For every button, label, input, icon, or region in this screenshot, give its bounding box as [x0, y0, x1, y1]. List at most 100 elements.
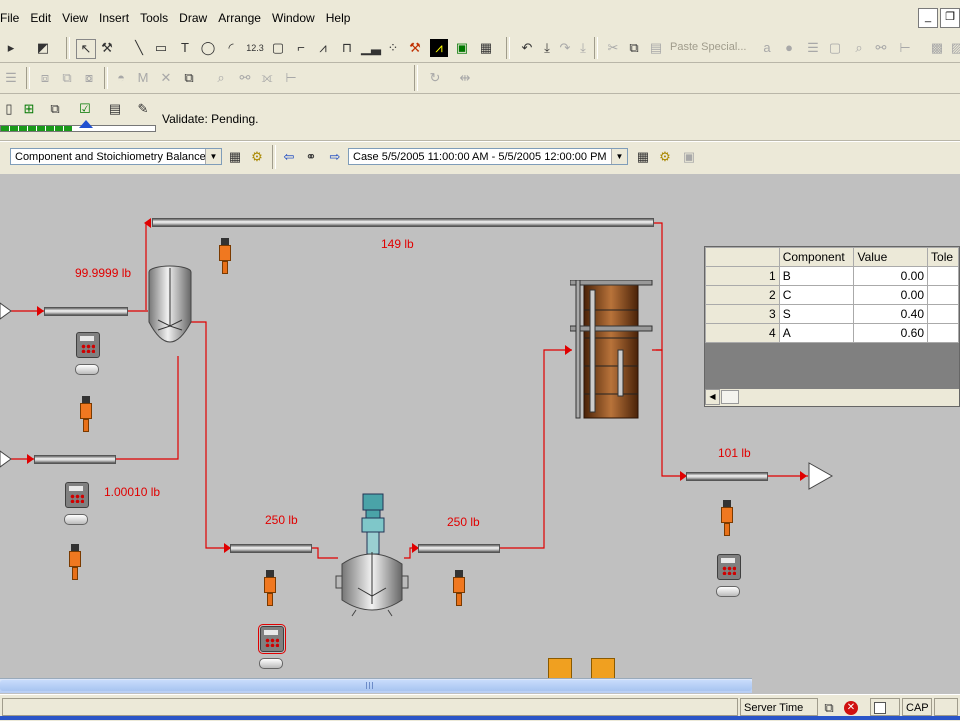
instrument-icon[interactable]: [591, 658, 615, 678]
hammer-icon[interactable]: ⚒: [98, 39, 116, 57]
paste-special-button[interactable]: Paste Special...: [670, 41, 746, 53]
component-cell[interactable]: A: [778, 323, 855, 343]
properties-icon[interactable]: ▢: [826, 39, 844, 57]
bar-chart-tool-icon[interactable]: ▁▃: [361, 39, 381, 57]
component-cell[interactable]: B: [778, 266, 855, 286]
feed-source-icon[interactable]: [0, 450, 12, 468]
sensor-icon[interactable]: [264, 570, 276, 606]
restore-icon[interactable]: ❐: [940, 8, 960, 28]
tolerance-cell[interactable]: [927, 304, 959, 324]
frame-tool-icon[interactable]: ▢: [269, 39, 287, 57]
component-header[interactable]: Component: [778, 247, 855, 267]
flow-meter-icon[interactable]: [258, 624, 286, 654]
line-tool-icon[interactable]: ╲: [130, 39, 148, 57]
validate-icon[interactable]: ☑: [76, 100, 94, 118]
menu-help[interactable]: Help: [322, 10, 355, 26]
search-doc-icon[interactable]: ⌕: [850, 39, 868, 57]
mixing-tank-icon[interactable]: [146, 264, 194, 356]
fill-icon[interactable]: ●: [780, 39, 798, 57]
view-config-icon[interactable]: ⚙: [248, 148, 266, 166]
menu-tools[interactable]: Tools: [136, 10, 172, 26]
tools-icon[interactable]: ⚒: [406, 39, 424, 57]
canvas-horizontal-scrollbar[interactable]: [0, 678, 752, 693]
find-icon[interactable]: ⚭: [302, 148, 320, 166]
view-select[interactable]: Component and Stoichiometry Balance ▼: [10, 148, 222, 165]
trend-tool-icon[interactable]: ⩘: [314, 39, 332, 57]
component-cell[interactable]: C: [778, 285, 855, 305]
product-pipe[interactable]: [686, 472, 768, 481]
sensor-icon[interactable]: [80, 396, 92, 432]
tolerance-cell[interactable]: [927, 285, 959, 305]
text-tool-icon[interactable]: T: [176, 39, 194, 57]
reactor-inlet-pipe[interactable]: [230, 544, 312, 553]
tolerance-cell[interactable]: [927, 323, 959, 343]
sensor-icon[interactable]: [721, 500, 733, 536]
arc-tool-icon[interactable]: ◜: [222, 39, 240, 57]
sensor-icon[interactable]: [69, 544, 81, 580]
menu-draw[interactable]: Draw: [175, 10, 211, 26]
play-icon[interactable]: ▸: [2, 39, 20, 57]
edit-document-icon[interactable]: ✎: [134, 100, 152, 118]
ellipse-tool-icon[interactable]: ◯: [199, 39, 217, 57]
value-cell[interactable]: 0.40: [853, 304, 929, 324]
zoom-icon[interactable]: ⌕: [212, 69, 230, 87]
reactor-outlet-pipe[interactable]: [418, 544, 500, 553]
time-range-icon[interactable]: ⇹: [456, 69, 474, 87]
table-row[interactable]: 4 A 0.60: [705, 323, 959, 343]
undo-icon[interactable]: ↶: [518, 39, 536, 57]
value-cell[interactable]: 0.60: [853, 323, 929, 343]
view-properties-icon[interactable]: ▦: [226, 148, 244, 166]
mirror-icon[interactable]: M: [134, 69, 152, 87]
bring-front-icon[interactable]: ⧈: [36, 69, 54, 87]
line-style-icon[interactable]: ☰: [804, 39, 822, 57]
tree-icon[interactable]: ⊢: [282, 69, 300, 87]
menu-insert[interactable]: Insert: [95, 10, 133, 26]
minimize-icon[interactable]: _: [918, 8, 938, 28]
shape-icon[interactable]: ◓: [112, 69, 130, 87]
refresh-icon[interactable]: ↻: [426, 69, 444, 87]
paste-icon[interactable]: ▤: [647, 39, 665, 57]
value-header[interactable]: Value: [853, 247, 929, 267]
tolerance-cell[interactable]: [927, 266, 959, 286]
menu-file[interactable]: File: [0, 10, 23, 26]
number-tool-icon[interactable]: 12.3: [244, 39, 266, 57]
reactor-vessel-icon[interactable]: [334, 492, 410, 618]
case-select[interactable]: Case 5/5/2005 11:00:00 AM - 5/5/2005 12:…: [348, 148, 628, 165]
edit-mode-icon[interactable]: ◩: [34, 39, 52, 57]
font-icon[interactable]: a: [758, 39, 776, 57]
delete-icon[interactable]: ✕: [157, 69, 175, 87]
table-row[interactable]: 2 C 0.00: [705, 285, 959, 305]
scatter-tool-icon[interactable]: ⁘: [384, 39, 402, 57]
previous-case-icon[interactable]: ⇦: [280, 148, 298, 166]
case-save-icon[interactable]: ▣: [680, 148, 698, 166]
flow-meter-icon[interactable]: [76, 332, 100, 358]
cut-icon[interactable]: ✂: [604, 39, 622, 57]
send-back-icon[interactable]: ⧉: [58, 69, 76, 87]
layer-icon[interactable]: ⧇: [80, 69, 98, 87]
flow-meter-icon[interactable]: [717, 554, 741, 580]
instrument-icon[interactable]: [548, 658, 572, 678]
table-row[interactable]: 1 B 0.00: [705, 266, 959, 286]
scroll-left-icon[interactable]: ◀: [705, 389, 720, 405]
save-data-icon[interactable]: ⧉: [46, 100, 64, 118]
recycle-pipe[interactable]: [152, 218, 654, 227]
component-table[interactable]: Component Value Tole 1 B 0.00 2 C 0.00 3…: [704, 246, 960, 407]
case-properties-icon[interactable]: ▦: [634, 148, 652, 166]
scroll-thumb[interactable]: [721, 390, 739, 404]
arrow-down-icon[interactable]: ⤓: [574, 39, 592, 57]
sensor-icon[interactable]: [453, 570, 465, 606]
chevron-down-icon[interactable]: ▼: [611, 149, 627, 164]
ungroup-icon[interactable]: ▨: [948, 39, 960, 57]
redo-icon[interactable]: ↷: [556, 39, 574, 57]
list-icon[interactable]: ☰: [2, 69, 20, 87]
component-cell[interactable]: S: [778, 304, 855, 324]
group-icon[interactable]: ▩: [928, 39, 946, 57]
feed-pipe-bottom[interactable]: [34, 455, 116, 464]
chevron-down-icon[interactable]: ▼: [205, 149, 221, 164]
distillation-column-icon[interactable]: [570, 280, 656, 420]
rectangle-tool-icon[interactable]: ▭: [152, 39, 170, 57]
panel-icon[interactable]: ▯: [0, 100, 18, 118]
table-row[interactable]: 3 S 0.40: [705, 304, 959, 324]
download-icon[interactable]: ⤓: [538, 39, 556, 57]
tolerance-header[interactable]: Tole: [927, 247, 959, 267]
